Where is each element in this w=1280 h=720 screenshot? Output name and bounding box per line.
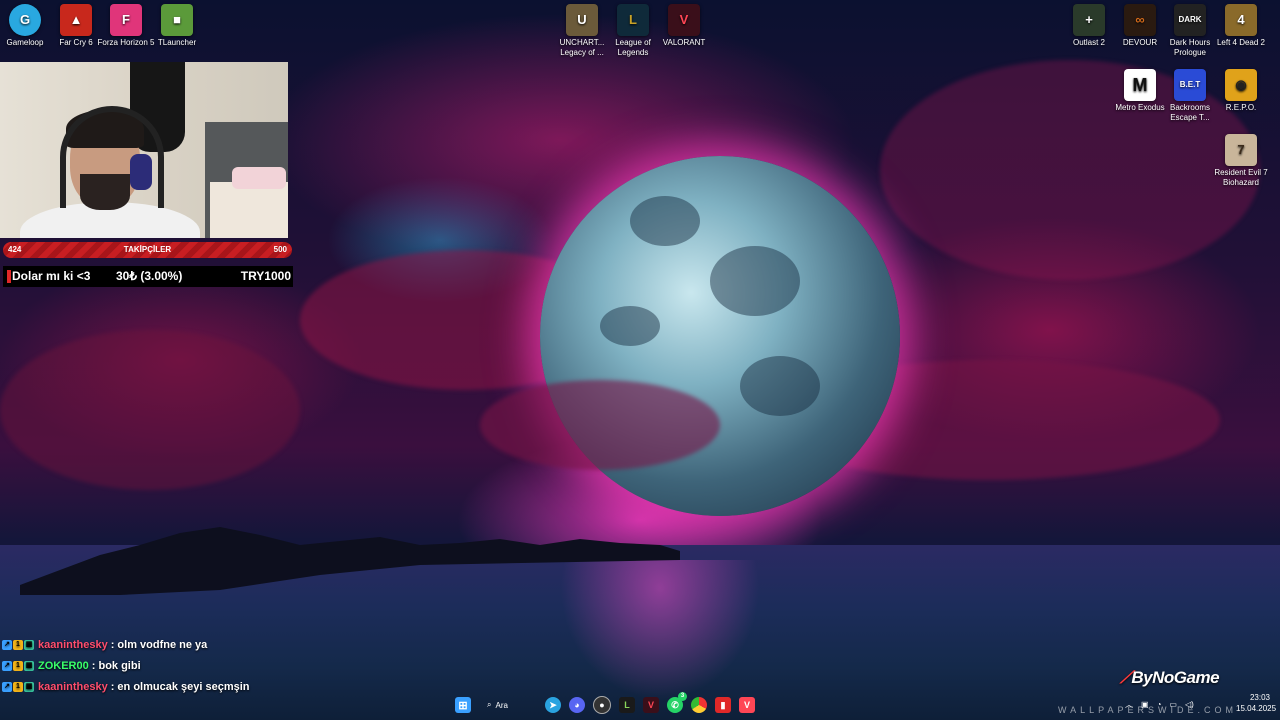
- donation-goal-text: Dolar mı ki <3: [12, 269, 91, 283]
- clock-time: 23:03: [1249, 693, 1270, 702]
- chat-text: : olm vodfne ne ya: [110, 638, 208, 651]
- darkhours-icon: DARK: [1174, 4, 1206, 36]
- taskbar-clock[interactable]: 23:03 15.04.2025: [1236, 692, 1277, 714]
- telegram-icon[interactable]: ➤: [545, 697, 561, 713]
- valorant-taskbar-icon[interactable]: V: [739, 697, 755, 713]
- brand-text: ByNoGame: [1131, 668, 1220, 687]
- chat-username: kaaninthesky: [38, 638, 108, 651]
- volume-icon[interactable]: ◁): [1185, 700, 1194, 709]
- platform-badge-icon: ↗: [2, 639, 12, 650]
- whatsapp-icon[interactable]: ✆ 3: [667, 692, 687, 713]
- chat-message: ↗ 1 ▦ ZOKER00 : bok gibi: [2, 655, 250, 676]
- taskbar: ⊞ ⌕ Ara ➤ ◕ ● L V ✆ 3 ▮ V: [455, 692, 825, 716]
- discord-icon[interactable]: ◕: [569, 697, 585, 713]
- donation-goal-target: TRY1000: [240, 269, 291, 283]
- desktop-icon-label: League of Legends: [615, 38, 651, 57]
- tray-app-icon[interactable]: ▣: [1141, 700, 1149, 709]
- platform-badge-icon: ↗: [2, 660, 12, 671]
- uncharted-icon: U: [566, 4, 598, 36]
- tlauncher-icon: ■: [161, 4, 193, 36]
- rocks: [20, 527, 680, 595]
- chat-username: ZOKER00: [38, 659, 89, 672]
- chat-text: : en olmucak şeyi seçmşin: [110, 680, 250, 693]
- devour-icon: ∞: [1124, 4, 1156, 36]
- tray-chevron-icon[interactable]: ︿: [1125, 699, 1133, 710]
- farcry6-icon: ▲: [60, 4, 92, 36]
- pillow: [232, 167, 286, 189]
- stream-chat: ↗ 1 ▦ kaaninthesky : olm vodfne ne ya ↗ …: [2, 634, 250, 697]
- desktop-icon-label: R.E.P.O.: [1225, 103, 1257, 112]
- desktop-icon-l4d2[interactable]: 4 Left 4 Dead 2: [1209, 4, 1273, 48]
- desktop-icon-re7[interactable]: 7 Resident Evil 7 Biohazard: [1209, 134, 1273, 188]
- chat-message: ↗ 1 ▦ kaaninthesky : en olmucak şeyi seç…: [2, 676, 250, 697]
- taskbar-search[interactable]: ⌕ Ara: [487, 700, 537, 710]
- app-red-icon[interactable]: ▮: [715, 697, 731, 713]
- valorant-icon: V: [668, 4, 700, 36]
- desktop-icon-label: DEVOUR: [1122, 38, 1158, 47]
- windows-start-icon[interactable]: ⊞: [455, 697, 471, 713]
- cloud: [480, 380, 720, 470]
- obs-icon[interactable]: ●: [593, 696, 611, 714]
- desktop-icon-label: UNCHART... Legacy of ...: [559, 38, 605, 57]
- level-badge-icon: 1: [13, 660, 23, 671]
- desktop-icon-valorant[interactable]: V VALORANT: [652, 4, 716, 48]
- chat-username: kaaninthesky: [38, 680, 108, 693]
- lol-icon: L: [617, 4, 649, 36]
- wifi-icon[interactable]: ◔: [1157, 700, 1162, 709]
- goal-progress-marker: [7, 270, 11, 283]
- repo-icon: ◉: [1225, 69, 1257, 101]
- bynogame-mark-icon: ⟋: [1120, 668, 1132, 687]
- network-icon[interactable]: ▭: [1169, 700, 1177, 709]
- webcam-overlay: [0, 62, 288, 238]
- desktop-icon-label: Dark Hours Prologue: [1169, 38, 1211, 57]
- chat-message: ↗ 1 ▦ kaaninthesky : olm vodfne ne ya: [2, 634, 250, 655]
- sub-badge-icon: ▦: [24, 660, 34, 671]
- search-icon: ⌕: [487, 700, 492, 709]
- desktop-icon-label: VALORANT: [662, 38, 706, 47]
- level-badge-icon: 1: [13, 681, 23, 692]
- vanguard-icon[interactable]: V: [643, 697, 659, 713]
- desktop-icon-label: TLauncher: [157, 38, 197, 47]
- platform-badge-icon: ↗: [2, 681, 12, 692]
- headset-earcup: [130, 154, 152, 190]
- desktop-icon-label: Resident Evil 7 Biohazard: [1214, 168, 1268, 187]
- system-tray: ︿ ▣ ◔ ▭ ◁): [1125, 694, 1194, 714]
- desktop-icon-tlauncher[interactable]: ■ TLauncher: [145, 4, 209, 48]
- follower-goal-bar: 424 TAKİPÇİLER 500: [3, 242, 292, 258]
- desktop-icon-label: Backrooms Escape T...: [1169, 103, 1210, 122]
- cloud: [0, 330, 300, 490]
- backrooms-icon: B.E.T: [1174, 69, 1206, 101]
- whatsapp-badge: 3: [678, 692, 687, 701]
- forza-icon: F: [110, 4, 142, 36]
- sub-badge-icon: ▦: [24, 639, 34, 650]
- bynogame-logo: ⟋ByNoGame: [1120, 668, 1220, 688]
- desktop-icon-label: Gameloop: [6, 38, 44, 47]
- donation-goal-amount: 30₺ (3.00%): [116, 269, 183, 283]
- bed: [210, 182, 288, 238]
- donation-goal: Dolar mı ki <3 30₺ (3.00%) TRY1000: [3, 266, 293, 287]
- level-badge-icon: 1: [13, 639, 23, 650]
- l4d2-icon: 4: [1225, 4, 1257, 36]
- gameloop-icon: G: [9, 4, 41, 36]
- desktop-icon-repo[interactable]: ◉ R.E.P.O.: [1209, 69, 1273, 113]
- gog-icon[interactable]: L: [619, 697, 635, 713]
- desktop-icon-label: Outlast 2: [1072, 38, 1105, 47]
- metro-icon: M: [1124, 69, 1156, 101]
- chrome-icon[interactable]: [691, 697, 707, 713]
- chat-text: : bok gibi: [91, 659, 141, 672]
- desktop-icon-label: Left 4 Dead 2: [1216, 38, 1266, 47]
- follower-label: TAKİPÇİLER: [123, 245, 172, 254]
- search-label: Ara: [495, 700, 508, 710]
- sub-badge-icon: ▦: [24, 681, 34, 692]
- follower-goal: 500: [273, 245, 287, 254]
- clock-date: 15.04.2025: [1236, 704, 1277, 713]
- re7-icon: 7: [1225, 134, 1257, 166]
- desktop-icon-label: Far Cry 6: [59, 38, 93, 47]
- outlast2-icon: +: [1073, 4, 1105, 36]
